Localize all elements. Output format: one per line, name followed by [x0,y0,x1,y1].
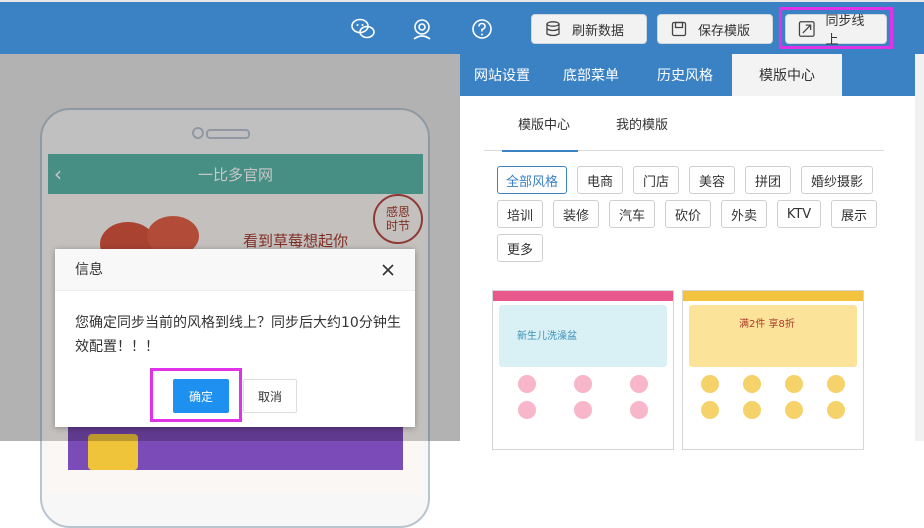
dialog-header: 信息 [55,249,415,291]
save-icon [671,21,687,37]
tag-decoration[interactable]: 装修 [553,200,599,228]
save-template-button[interactable]: 保存模版 [657,14,773,44]
support-agent-icon[interactable] [409,16,435,42]
thumbnail-icons-row [499,375,667,393]
thumbnail-icon [574,401,592,419]
tag-all-styles[interactable]: 全部风格 [497,166,567,194]
sync-highlight-frame [779,7,893,49]
template-thumbnail-2[interactable]: 满2件 享8折 [682,290,864,450]
tag-ktv[interactable]: KTV [777,200,821,228]
tab-site-settings[interactable]: 网站设置 [460,54,544,96]
thumbnail-icon [518,401,536,419]
thumbnail-header [493,291,673,301]
tab-template-center[interactable]: 模版中心 [732,54,842,96]
thumbnail-banner: 满2件 享8折 [689,305,857,367]
dialog-title: 信息 [75,262,103,278]
close-icon[interactable] [379,261,397,279]
template-subtabs: 模版中心 我的模版 [484,96,884,152]
thumbnail-icon [701,401,719,419]
active-subtab-underline [502,150,578,152]
tag-display[interactable]: 展示 [831,200,877,228]
right-panel: 网站设置 底部菜单 历史风格 模版中心 模版中心 我的模版 全部风格 电商 门店… [460,54,924,450]
thumbnail-icon [827,375,845,393]
tag-bargain[interactable]: 砍价 [665,200,711,228]
thumbnail-icon [743,375,761,393]
thumbnail-icons-row [499,401,667,419]
save-template-label: 保存模版 [698,23,751,39]
subtab-my-templates[interactable]: 我的模版 [616,96,668,150]
database-icon [546,21,560,37]
tag-training[interactable]: 培训 [497,200,543,228]
tag-wedding-photo[interactable]: 婚纱摄影 [801,166,873,194]
tag-group-buy[interactable]: 拼团 [745,166,791,194]
subtab-template-center[interactable]: 模版中心 [518,96,570,150]
panel-scrollbar[interactable] [915,54,924,441]
thumbnail-banner-text: 新生儿洗澡盆 [517,331,577,342]
thumbnail-icon [785,401,803,419]
thumbnail-banner: 新生儿洗澡盆 [499,305,667,367]
refresh-data-label: 刷新数据 [572,23,625,39]
thumbnail-icon [630,401,648,419]
tab-history-style[interactable]: 历史风格 [638,54,732,96]
wechat-icon[interactable] [350,16,376,42]
tag-ecommerce[interactable]: 电商 [577,166,623,194]
cancel-button[interactable]: 取消 [243,379,297,413]
dialog-message: 您确定同步当前的风格到线上？同步后大约10分钟生效配置！！！ [75,315,401,355]
thumbnail-banner-text: 满2件 享8折 [739,319,795,330]
thumbnail-icon [574,375,592,393]
help-icon[interactable] [469,16,495,42]
thumbnail-icon [518,375,536,393]
thumbnail-icons-row [689,401,857,419]
tag-more[interactable]: 更多 [497,234,543,262]
tag-takeout[interactable]: 外卖 [721,200,767,228]
tab-bottom-menu[interactable]: 底部菜单 [544,54,638,96]
thumbnail-icon [701,375,719,393]
thumbnail-header [683,291,863,301]
confirm-highlight-frame [150,368,242,422]
tag-car[interactable]: 汽车 [609,200,655,228]
tag-store[interactable]: 门店 [633,166,679,194]
thumbnail-icon [785,375,803,393]
template-thumbnail-1[interactable]: 新生儿洗澡盆 [492,290,674,450]
settings-tabs: 网站设置 底部菜单 历史风格 模版中心 [460,54,924,96]
thumbnail-icons-row [689,375,857,393]
thumbnail-icon [827,401,845,419]
tag-beauty[interactable]: 美容 [689,166,735,194]
refresh-data-button[interactable]: 刷新数据 [531,14,647,44]
thumbnail-icon [630,375,648,393]
thumbnail-icon [743,401,761,419]
